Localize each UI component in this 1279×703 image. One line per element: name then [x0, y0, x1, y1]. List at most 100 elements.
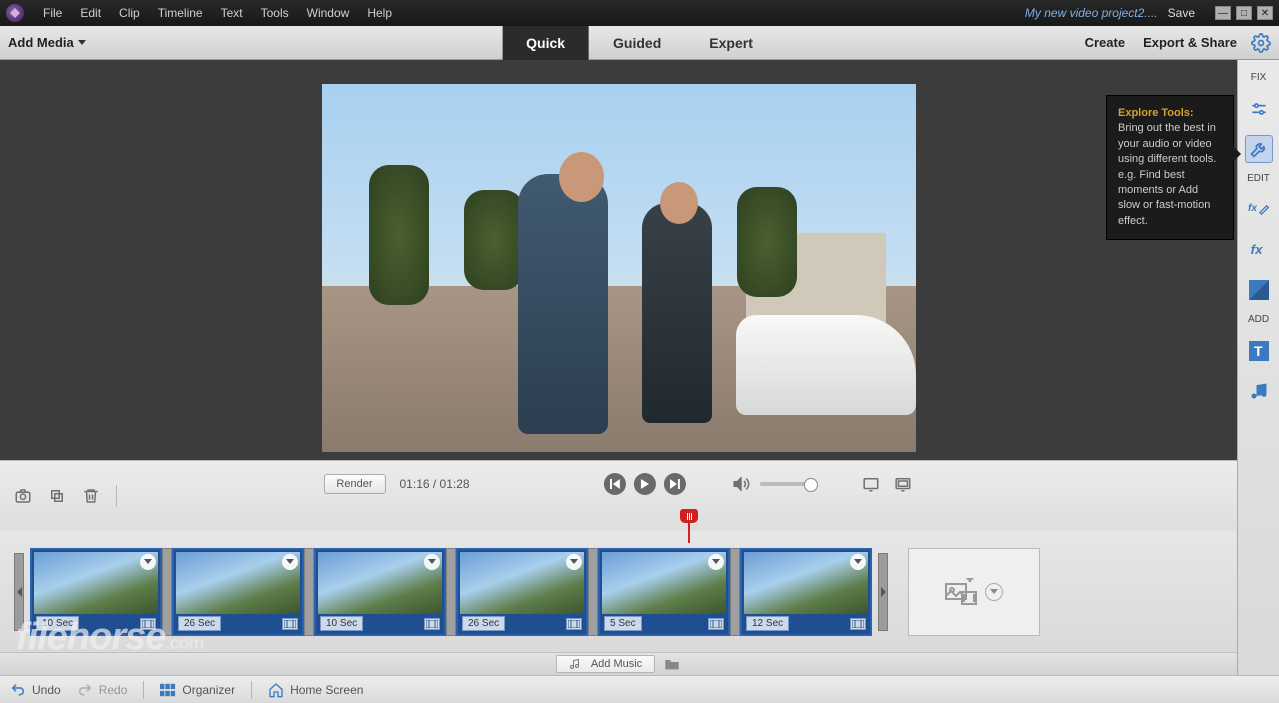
timeline-playhead[interactable]: [680, 509, 698, 543]
menu-clip[interactable]: Clip: [110, 2, 149, 24]
project-name: My new video project2....: [1025, 6, 1158, 20]
music-icon[interactable]: [1245, 377, 1273, 405]
menu-edit[interactable]: Edit: [71, 2, 110, 24]
adjust-sliders-icon[interactable]: [1245, 95, 1273, 123]
clip-menu-icon[interactable]: [140, 554, 156, 570]
clip-duration-label: 10 Sec: [36, 616, 79, 631]
fx-icon[interactable]: fx: [1245, 236, 1273, 264]
browse-folder-icon[interactable]: [663, 656, 681, 672]
clip-transition-handle[interactable]: [162, 548, 172, 636]
music-note-icon: [569, 658, 581, 670]
window-close-icon[interactable]: ✕: [1257, 6, 1273, 20]
tools-icon[interactable]: [1245, 135, 1273, 163]
redo-button[interactable]: Redo: [77, 682, 128, 698]
clip-menu-icon[interactable]: [282, 554, 298, 570]
clip-menu-icon[interactable]: [566, 554, 582, 570]
home-screen-button[interactable]: Home Screen: [268, 682, 363, 698]
trash-icon[interactable]: [80, 485, 102, 507]
window-minimize-icon[interactable]: —: [1215, 6, 1231, 20]
timeline-clip[interactable]: 10 Sec: [30, 548, 162, 636]
timeline-trim-start-handle[interactable]: [14, 553, 24, 631]
clip-duration-label: 10 Sec: [320, 616, 363, 631]
color-icon[interactable]: [1245, 276, 1273, 304]
export-share-button[interactable]: Export & Share: [1143, 35, 1237, 50]
clip-transition-handle[interactable]: [730, 548, 740, 636]
timeline-clip[interactable]: 26 Sec: [172, 548, 304, 636]
fullscreen-icon[interactable]: [892, 473, 914, 495]
snapshot-icon[interactable]: [12, 485, 34, 507]
video-preview[interactable]: [322, 84, 916, 452]
playback-control-bar: Render 01:16 / 01:28: [0, 460, 1237, 531]
clip-duration-label: 5 Sec: [604, 616, 642, 631]
create-button[interactable]: Create: [1085, 35, 1129, 50]
clip-transition-handle[interactable]: [588, 548, 598, 636]
menu-help[interactable]: Help: [358, 2, 401, 24]
menu-timeline[interactable]: Timeline: [149, 2, 212, 24]
app-logo-icon: [6, 4, 24, 22]
add-music-label: Add Music: [591, 658, 642, 670]
svg-text:fx: fx: [1248, 203, 1257, 214]
svg-text:T: T: [1254, 343, 1263, 359]
play-button[interactable]: [634, 473, 656, 495]
clip-transition-handle[interactable]: [446, 548, 456, 636]
mode-bar: Add Media Quick Guided Expert Create Exp…: [0, 26, 1279, 60]
clip-menu-icon[interactable]: [708, 554, 724, 570]
menu-file[interactable]: File: [34, 2, 71, 24]
music-bar: Add Music: [0, 652, 1237, 675]
tab-guided[interactable]: Guided: [589, 26, 685, 60]
organizer-icon: [160, 682, 176, 698]
timeline-trim-end-handle[interactable]: [878, 553, 888, 631]
text-icon[interactable]: T: [1245, 337, 1273, 365]
add-music-button[interactable]: Add Music: [556, 655, 655, 673]
add-clip-dropzone[interactable]: +: [908, 548, 1040, 636]
add-media-button[interactable]: Add Media: [8, 35, 86, 50]
timeline-clip[interactable]: 5 Sec: [598, 548, 730, 636]
save-button[interactable]: Save: [1168, 6, 1195, 20]
tab-expert[interactable]: Expert: [685, 26, 777, 60]
right-rail: FIX EDIT fx fx ADD T: [1237, 60, 1279, 675]
home-label: Home Screen: [290, 683, 363, 697]
clip-duration-label: 12 Sec: [746, 616, 789, 631]
crop-icon[interactable]: [46, 485, 68, 507]
clip-menu-icon[interactable]: [850, 554, 866, 570]
svg-text:fx: fx: [1250, 242, 1262, 257]
clip-transition-handle[interactable]: [304, 548, 314, 636]
timeline-clip[interactable]: 10 Sec: [314, 548, 446, 636]
menu-tools[interactable]: Tools: [252, 2, 298, 24]
add-media-dropzone-icon: +: [945, 578, 979, 606]
explore-tools-tooltip: Explore Tools: Bring out the best in you…: [1106, 95, 1234, 240]
redo-label: Redo: [99, 683, 128, 697]
redo-icon: [77, 682, 93, 698]
bottom-bar: Undo Redo Organizer Home Screen: [0, 675, 1279, 703]
chevron-down-icon: [78, 40, 86, 45]
menu-window[interactable]: Window: [298, 2, 359, 24]
next-frame-button[interactable]: [664, 473, 686, 495]
timeline: 10 Sec 26 Sec 10 Sec 26 Sec: [0, 531, 1237, 652]
clip-filmstrip-icon: [424, 618, 440, 630]
clip-menu-icon[interactable]: [424, 554, 440, 570]
rail-section-edit: EDIT: [1247, 173, 1270, 184]
fx-brush-icon[interactable]: fx: [1245, 196, 1273, 224]
timeline-clip[interactable]: 26 Sec: [456, 548, 588, 636]
safe-margins-icon[interactable]: [860, 473, 882, 495]
window-maximize-icon[interactable]: □: [1236, 6, 1252, 20]
organizer-button[interactable]: Organizer: [160, 682, 235, 698]
volume-slider[interactable]: [760, 482, 816, 486]
divider: [116, 485, 117, 507]
svg-text:+: +: [967, 578, 973, 585]
add-media-label: Add Media: [8, 35, 74, 50]
preview-stage: [0, 60, 1237, 460]
menu-text[interactable]: Text: [212, 2, 252, 24]
tab-quick[interactable]: Quick: [502, 26, 589, 60]
render-button[interactable]: Render: [323, 474, 385, 494]
prev-frame-button[interactable]: [604, 473, 626, 495]
gear-icon[interactable]: [1251, 33, 1271, 53]
volume-icon[interactable]: [730, 473, 752, 495]
rail-section-fix: FIX: [1251, 72, 1267, 83]
tooltip-body: Bring out the best in your audio or vide…: [1118, 122, 1216, 226]
undo-button[interactable]: Undo: [10, 682, 61, 698]
timeline-clip[interactable]: 12 Sec: [740, 548, 872, 636]
undo-icon: [10, 682, 26, 698]
clip-duration-label: 26 Sec: [462, 616, 505, 631]
create-label: Create: [1085, 35, 1125, 50]
